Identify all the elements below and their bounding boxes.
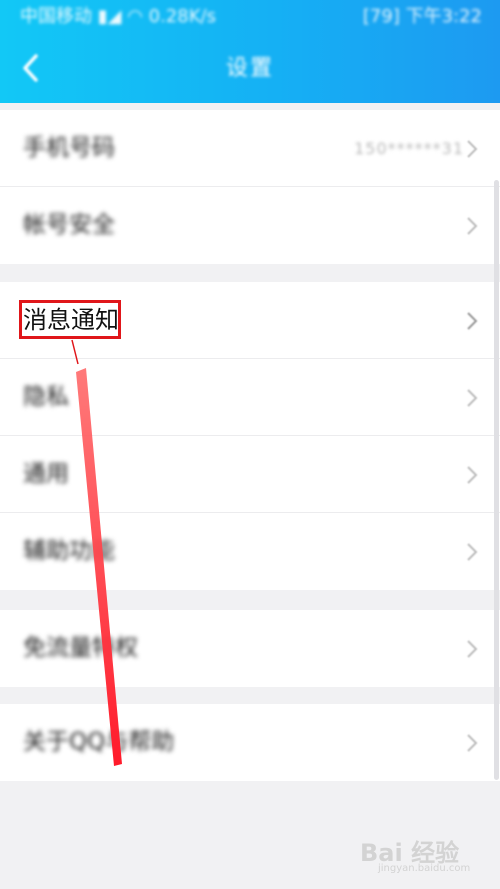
wifi-icon: ◠ xyxy=(127,6,149,27)
settings-row-accessibility[interactable]: 辅助功能 xyxy=(0,513,500,590)
battery-icon: [ xyxy=(362,6,370,27)
settings-row-account-security[interactable]: 帐号安全 xyxy=(0,187,500,264)
settings-row-about[interactable]: 关于QQ与帮助 xyxy=(0,704,500,781)
time-text: 下午3:22 xyxy=(405,6,482,27)
settings-group-data: 免流量特权 xyxy=(0,610,500,687)
row-label: 关于QQ与帮助 xyxy=(23,729,175,755)
phone-value: 150******31 xyxy=(354,139,464,158)
settings-row-phone[interactable]: 手机号码 150******31 xyxy=(0,110,500,187)
chevron-right-icon xyxy=(467,140,478,158)
scrollbar[interactable] xyxy=(494,180,499,780)
page-title: 设置 xyxy=(225,56,274,81)
row-label: 隐私 xyxy=(23,384,69,410)
status-right: [79] 下午3:22 xyxy=(363,0,482,34)
chevron-right-icon xyxy=(467,734,478,752)
watermark: Bai 经验 jingyan.baidu.com xyxy=(358,831,476,879)
status-left: 中国移动 ▮◢ ◠ 0.28K/s xyxy=(20,0,216,34)
header-bar: 中国移动 ▮◢ ◠ 0.28K/s [79] 下午3:22 设置 xyxy=(0,0,500,103)
settings-row-privacy[interactable]: 隐私 xyxy=(0,359,500,436)
row-label: 帐号安全 xyxy=(23,212,115,238)
carrier-text: 中国移动 xyxy=(20,6,92,27)
chevron-right-icon xyxy=(467,543,478,561)
row-label: 通用 xyxy=(23,461,69,487)
nav-bar: 设置 xyxy=(0,34,500,103)
chevron-right-icon xyxy=(467,312,478,330)
battery-icon-end: ] xyxy=(392,6,400,27)
settings-group-about: 关于QQ与帮助 xyxy=(0,704,500,781)
watermark-url: jingyan.baidu.com xyxy=(378,863,471,874)
settings-row-free-data[interactable]: 免流量特权 xyxy=(0,610,500,687)
row-label: 免流量特权 xyxy=(23,635,138,661)
signal-icon: ▮◢ xyxy=(97,6,128,27)
settings-row-general[interactable]: 通用 xyxy=(0,436,500,513)
chevron-right-icon xyxy=(467,640,478,658)
settings-screen: 中国移动 ▮◢ ◠ 0.28K/s [79] 下午3:22 设置 手机号码 15… xyxy=(0,0,500,889)
net-speed-text: 0.28K/s xyxy=(148,6,216,27)
battery-text: 79 xyxy=(369,6,393,27)
highlight-box xyxy=(19,300,121,339)
chevron-right-icon xyxy=(467,466,478,484)
chevron-right-icon xyxy=(467,217,478,235)
row-label: 辅助功能 xyxy=(23,538,115,564)
status-bar: 中国移动 ▮◢ ◠ 0.28K/s [79] 下午3:22 xyxy=(0,0,500,34)
settings-group-account: 手机号码 150******31 帐号安全 xyxy=(0,110,500,264)
chevron-right-icon xyxy=(467,389,478,407)
row-label: 手机号码 xyxy=(23,135,115,161)
